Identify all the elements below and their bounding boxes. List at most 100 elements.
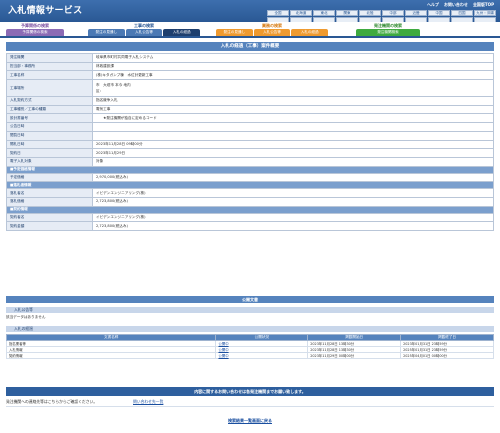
row-value: 2023年11月29日 [92,148,494,158]
table-row: 契約金額 2,723,800(税込み) [6,221,494,231]
nav-group-title: 発注機関の検索 [374,23,402,28]
nav-group-agency: 発注機関の検索 発注機関検索 [356,23,420,36]
row-value: 指名競争入札 [92,96,494,106]
row-label: 工事種別／工事の種類 [6,104,93,115]
tab-services-notices[interactable]: 入札公告等 [253,29,291,36]
row-value: 2,723,800(税込み) [92,221,494,231]
contact-list-link[interactable]: 問い合わせ先一覧 [133,399,163,405]
table-row: 開札日時 2023年11月28日 09時00分 [6,139,494,150]
region-button[interactable]: 四国 [451,10,473,16]
table-row: 契約情報 公開中 2023年11月29日 00時00分 2025年04月01日 … [5,352,494,359]
bid-progress-heading: 入札の経過 [6,326,494,332]
tab-construction-progress[interactable]: 入札の経過 [163,29,201,36]
doc-status-link[interactable]: 公開中 [215,352,309,359]
doc-end: 2025年04月01日 00時00分 [400,352,494,359]
app-title: 入札情報サービス [8,6,83,16]
national-top-link[interactable]: 全国版TOP [473,2,494,8]
row-value: 電気工事 [92,104,494,115]
case-summary-table: 発注機関 岐阜県市町村共同電子入札システム 担当部・事務所 林政建設課 工事名称 (株… [6,53,494,231]
tab-construction-outlook[interactable]: 発注の見通し [88,29,125,36]
row-label: 公告日時 [6,122,93,132]
public-docs-heading: 公開文書 [6,296,494,303]
contact-row: 発注機関への連絡先等はこちらからご確認ください。 問い合わせ先一覧 [6,398,494,407]
table-row: 落札価格 2,723,800(税込み) [6,196,494,207]
estimate-group-heading: ■予定価格情報 [6,165,494,174]
table-row: 工事場所 市 大垣市 本今 地内 区： [6,79,494,98]
table-row: 担当部・事務所 林政建設課 [6,61,494,72]
bid-notices-heading: 入札公告等 [6,307,494,313]
row-label: 予定価格 [6,172,93,183]
table-row: 閲覧日時 [6,130,494,141]
row-label: 閲覧日時 [6,130,93,141]
nav-group-services: 業務の検索 発注の見通し 入札公告等 入札の経過 [216,23,329,36]
tab-budget-search[interactable]: 予算関係の検索 [6,29,64,36]
nav-group-title: 業務の検索 [262,23,282,28]
doc-name: 契約情報 [5,352,217,359]
region-button[interactable]: 北海道 [290,10,312,16]
doc-start: 2023年11月29日 00時00分 [307,352,402,359]
table-row: 発注機関 岐阜県市町村共同電子入札システム [6,53,494,63]
table-row: 工事種別／工事の種類 電気工事 [6,104,494,115]
row-value: 2023年11月28日 09時00分 [92,139,494,150]
page-title: 入札の経過（工事）案件概要 [6,42,494,51]
row-label: 契約者名 [6,212,93,223]
nav-group-construction: 工事の検索 発注の見通し 入札公告等 入札の経過 [88,23,201,36]
row-label: 開札日時 [6,139,93,150]
row-value: 対象 [92,156,494,167]
row-label: 発注機関 [6,53,93,63]
table-row: 電子入札対象 対象 [6,156,494,167]
row-value: ★発注機関が独自に定めるコード [92,113,494,124]
tab-agency-search[interactable]: 発注機関検索 [356,29,420,36]
contact-heading: 内容に関するお問い合わせは各発注機関までお願い致します。 [6,387,494,396]
group-header: ■契約情報 [6,205,494,214]
region-button[interactable]: 中国 [428,10,450,16]
region-button[interactable]: 全国 [267,10,289,16]
row-label: 入札契約方式 [6,96,93,106]
row-value: 市 大垣市 本今 地内 区： [92,79,494,98]
tab-construction-notices[interactable]: 入札公告等 [125,29,163,36]
table-row: 公告日時 [6,122,494,132]
back-to-results-link[interactable]: 検索結果一覧画面に戻る [0,418,500,424]
winner-group-heading: ■落札者情報 [6,181,494,190]
row-value: 2,723,800(税込み) [92,196,494,207]
table-row: 設計書番号 ★発注機関が独自に定めるコード [6,113,494,124]
group-header: ■落札者情報 [6,181,494,190]
documents-table: 文書名称 公開状況 掲載開始日 掲載終了日 指名業者等 公開中 2023年11月… [5,334,494,359]
row-value: (株)キタガンプ棟 水位計更新工事 [92,70,494,81]
row-value: 岐阜県市町村共同電子入札システム [92,53,494,63]
row-label: 電子入札対象 [6,156,93,167]
contact-text: 発注機関への連絡先等はこちらからご確認ください。 [6,399,98,404]
table-row: 予定価格 2,970,000(税込み) [6,172,494,183]
contract-group-heading: ■契約情報 [6,205,494,214]
location-ward: 区： [96,89,104,94]
row-value [92,122,494,132]
no-data-text: 該当データはありません [6,315,46,319]
region-button[interactable]: 東北 [313,10,335,16]
group-header: ■予定価格情報 [6,165,494,174]
nav-group-budget: 予算関係の検索 予算関係の検索 [6,23,64,36]
table-row: 工事名称 (株)キタガンプ棟 水位計更新工事 [6,70,494,81]
row-value [92,130,494,141]
contact-link[interactable]: お問い合わせ [444,2,468,8]
region-button[interactable]: 近畿 [405,10,427,16]
row-label: 工事名称 [6,70,93,81]
row-label: 設計書番号 [6,113,93,124]
table-row: 契約日 2023年11月29日 [6,148,494,158]
row-label: 工事場所 [6,79,93,98]
table-row: 入札契約方式 指名競争入札 [6,96,494,106]
row-label: 契約日 [6,148,93,158]
region-button[interactable]: 関東 [336,10,358,16]
row-value: イビデンエンジニアリング(株) [92,188,494,198]
region-button[interactable]: 九州・沖縄 [474,10,496,16]
main-nav: 予算関係の検索 予算関係の検索 工事の検索 発注の見通し 入札公告等 入札の経過… [0,22,500,38]
region-button[interactable]: 中部 [382,10,404,16]
tab-services-progress[interactable]: 入札の経過 [291,29,329,36]
top-links: ヘルプ お問い合わせ 全国版TOP [427,2,494,8]
region-button[interactable]: 北陸 [359,10,381,16]
row-label: 落札者名 [6,188,93,198]
row-label: 契約金額 [6,221,93,231]
tab-services-outlook[interactable]: 発注の見通し [216,29,253,36]
table-row: 落札者名 イビデンエンジニアリング(株) [6,188,494,198]
help-link[interactable]: ヘルプ [427,2,439,8]
nav-group-title: 予算関係の検索 [21,23,49,28]
